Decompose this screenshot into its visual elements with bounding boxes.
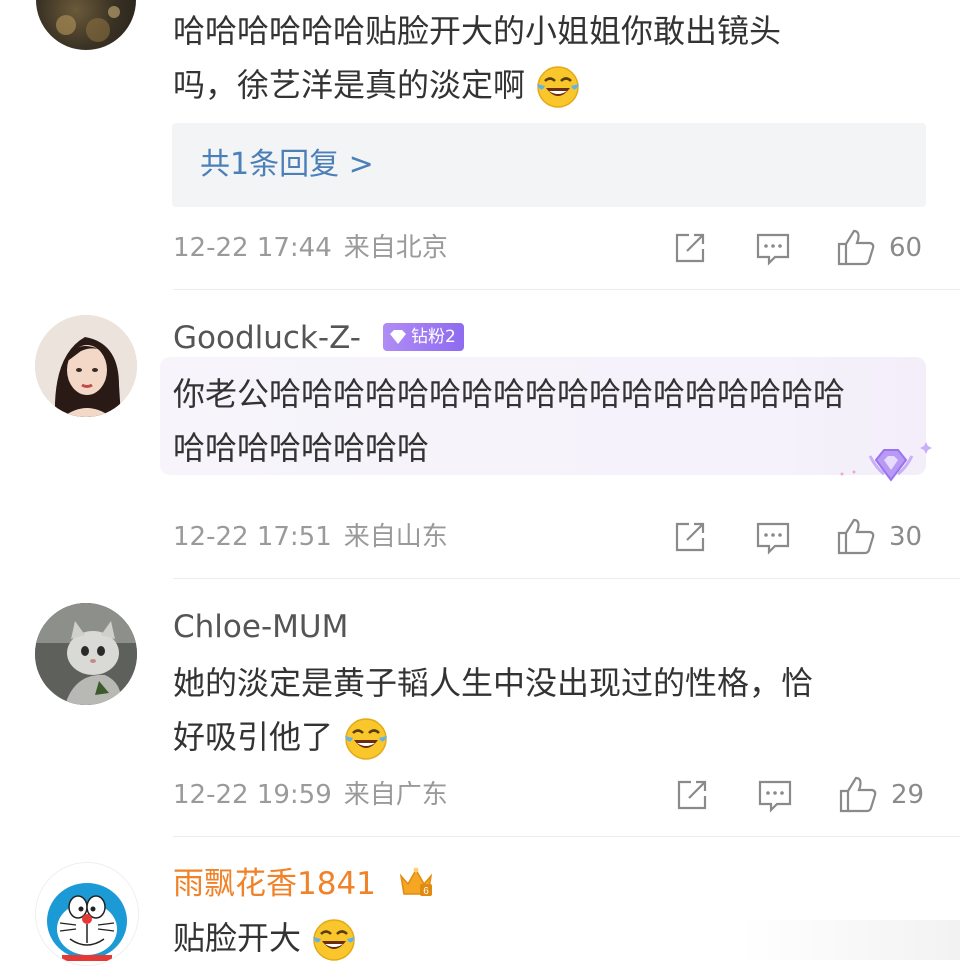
avatar[interactable] <box>35 603 137 705</box>
comment-text: 哈哈哈哈哈哈哈哈 <box>173 429 430 467</box>
like-icon[interactable] <box>836 517 876 555</box>
timestamp: 12-22 17:51 <box>173 522 332 552</box>
avatar[interactable] <box>36 0 136 50</box>
share-icon[interactable] <box>673 520 707 554</box>
comment-text: 好吸引他了 <box>173 709 389 765</box>
laugh-cry-emoji <box>537 66 580 108</box>
avatar[interactable] <box>35 862 139 966</box>
avatar-image <box>35 603 137 705</box>
location: 来自山东 <box>343 522 448 552</box>
divider <box>173 836 960 837</box>
view-replies-button[interactable]: 共1条回复 > <box>172 123 926 207</box>
username[interactable]: 雨飘花香1841 <box>173 864 376 904</box>
like-icon[interactable] <box>836 228 876 266</box>
avatar-image <box>56 6 120 42</box>
crown-level: 6 <box>423 886 429 897</box>
like-count: 29 <box>891 780 925 810</box>
diamond-icon <box>390 330 406 344</box>
divider <box>173 578 960 579</box>
location: 来自广东 <box>343 780 448 810</box>
like-count: 60 <box>889 233 923 263</box>
comment-meta: 12-22 17:44 来自北京 <box>173 230 448 266</box>
like-count: 30 <box>889 522 923 552</box>
comment-icon[interactable] <box>757 779 793 813</box>
username[interactable]: Goodluck-Z- <box>173 318 361 358</box>
share-icon[interactable] <box>673 231 707 265</box>
watermark-fade <box>740 920 960 960</box>
comment-icon[interactable] <box>755 232 791 266</box>
comment-meta: 12-22 19:59 来自广东 <box>173 777 448 813</box>
avatar-image <box>35 315 137 417</box>
comment-text: 哈哈哈哈哈哈贴脸开大的小姐姐你敢出镜头 <box>173 12 782 50</box>
crown-icon: 6 <box>399 867 433 897</box>
laugh-cry-emoji <box>345 718 388 760</box>
comment-meta: 12-22 17:51 来自山东 <box>173 519 448 555</box>
username[interactable]: Chloe-MUM <box>173 607 348 647</box>
comment-icon[interactable] <box>755 521 791 555</box>
view-replies-link[interactable]: 共1条回复 > <box>200 145 374 185</box>
share-icon[interactable] <box>675 778 709 812</box>
divider <box>173 289 960 290</box>
comment-text: 吗，徐艺洋是真的淡定啊 <box>173 57 581 113</box>
diamond-decoration-icon <box>840 442 932 482</box>
comment-text: 贴脸开大 <box>173 910 357 966</box>
avatar-image <box>36 863 138 965</box>
avatar[interactable] <box>35 315 137 417</box>
timestamp: 12-22 17:44 <box>173 233 332 263</box>
location: 来自北京 <box>343 233 448 263</box>
fan-badge[interactable]: 钻粉2 <box>383 323 464 351</box>
comment-text: 你老公哈哈哈哈哈哈哈哈哈哈哈哈哈哈哈哈哈哈 <box>173 375 846 413</box>
comment-text: 她的淡定是黄子韬人生中没出现过的性格，恰 <box>173 664 814 702</box>
like-icon[interactable] <box>838 775 878 813</box>
laugh-cry-emoji <box>313 919 356 961</box>
timestamp: 12-22 19:59 <box>173 780 332 810</box>
